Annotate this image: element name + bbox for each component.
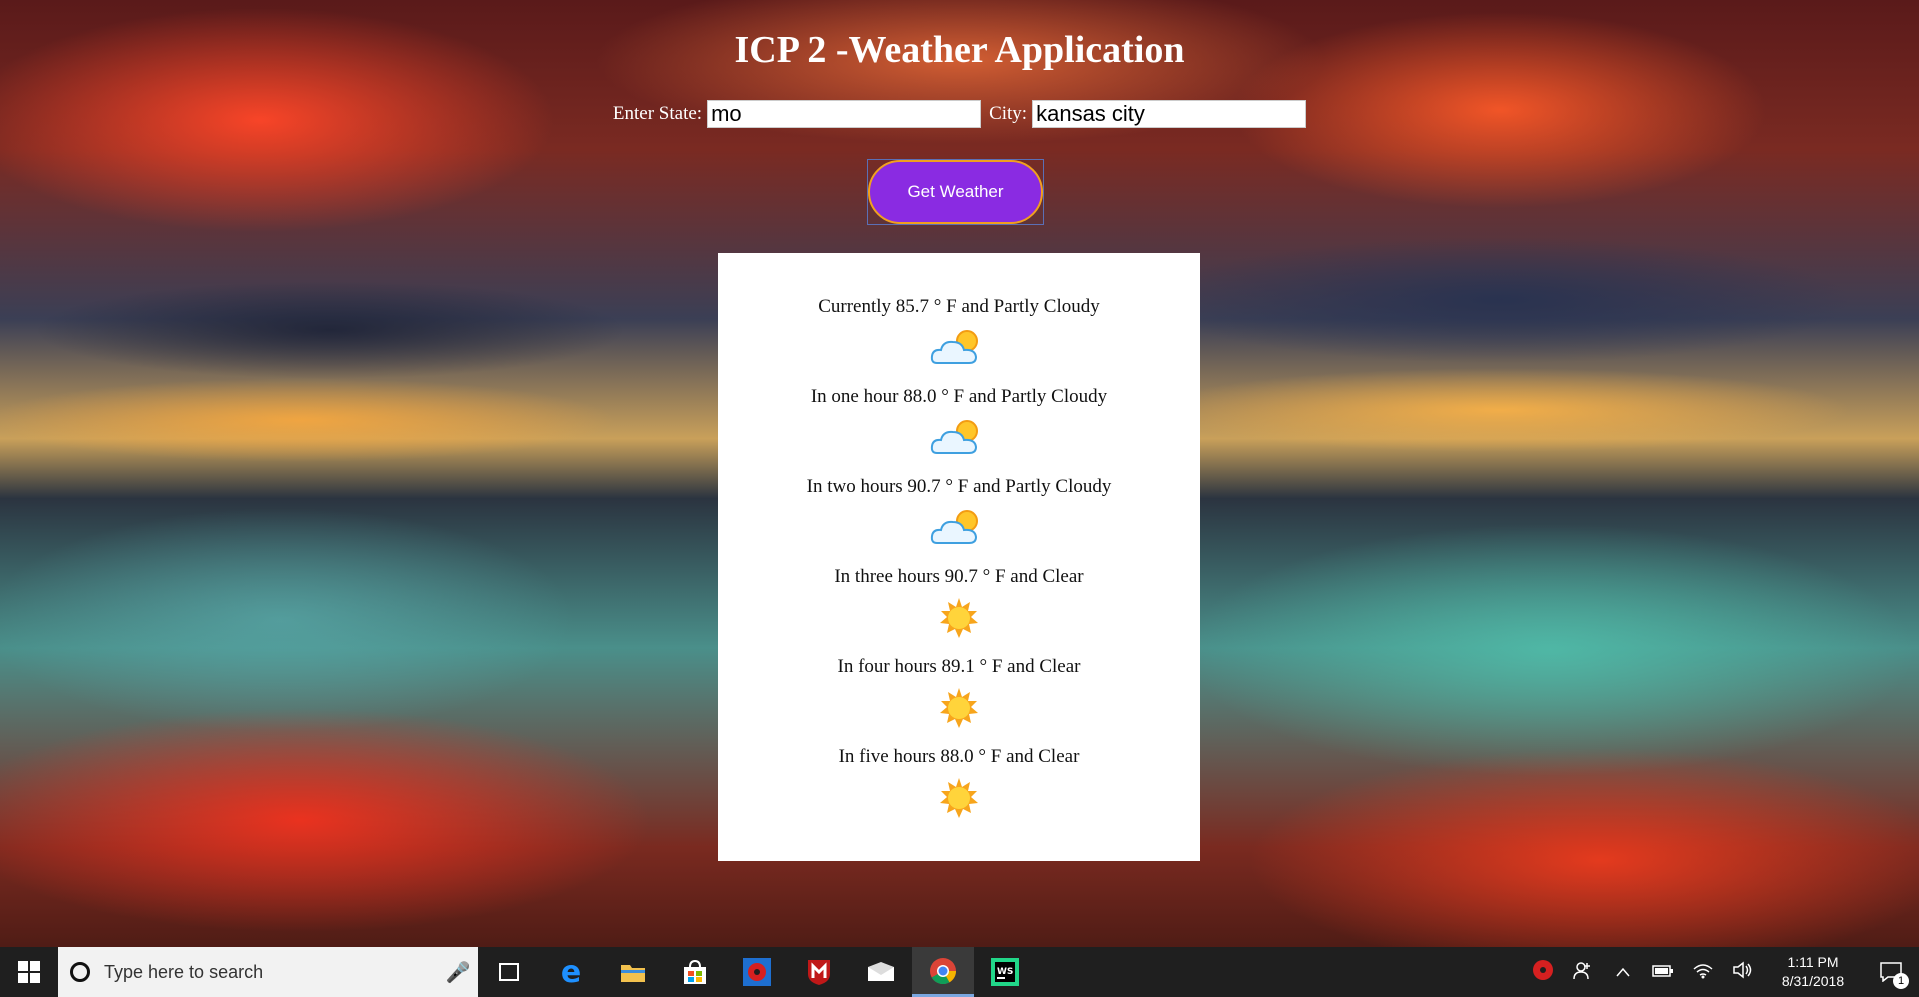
forecast-text: In four hours 89.1 ° F and Clear xyxy=(837,656,1081,677)
forecast-item: Currently 85.7 ° F and Partly Cloudy xyxy=(718,295,1200,385)
volume-icon[interactable] xyxy=(1723,960,1763,984)
partly-cloudy-icon xyxy=(930,330,978,364)
windows-icon xyxy=(18,961,40,983)
forecast-text: In five hours 88.0 ° F and Clear xyxy=(838,746,1080,767)
chrome-icon[interactable] xyxy=(912,947,974,997)
forecast-text: Currently 85.7 ° F and Partly Cloudy xyxy=(818,296,1100,317)
page-title: ICP 2 -Weather Application xyxy=(734,29,1185,71)
svg-text:WS: WS xyxy=(997,967,1013,977)
sun-icon xyxy=(940,778,978,818)
forecast-text: In one hour 88.0 ° F and Partly Cloudy xyxy=(810,386,1108,407)
city-input[interactable] xyxy=(1032,100,1307,128)
people-icon[interactable] xyxy=(1563,959,1603,986)
mail-icon[interactable] xyxy=(850,947,912,997)
chevron-up-icon[interactable] xyxy=(1603,962,1643,983)
state-label: Enter State: xyxy=(612,103,703,124)
battery-icon[interactable] xyxy=(1643,962,1683,983)
webstorm-icon[interactable]: WS xyxy=(974,947,1036,997)
forecast-item: In one hour 88.0 ° F and Partly Cloudy xyxy=(718,385,1200,475)
partly-cloudy-icon xyxy=(930,420,978,454)
system-tray: 1:11 PM 8/31/2018 1 xyxy=(1523,947,1919,997)
city-label: City: xyxy=(989,103,1028,124)
app-tray-icon[interactable] xyxy=(1523,959,1563,986)
search-placeholder: Type here to search xyxy=(104,961,264,982)
forecast-item: In four hours 89.1 ° F and Clear xyxy=(718,655,1200,745)
app-red-icon[interactable] xyxy=(726,947,788,997)
forecast-text: In three hours 90.7 ° F and Clear xyxy=(834,566,1084,587)
get-weather-button[interactable]: Get Weather xyxy=(868,160,1043,224)
clock-time: 1:11 PM xyxy=(1787,954,1839,970)
get-weather-button-wrapper: Get Weather xyxy=(867,159,1044,225)
forecast-text: In two hours 90.7 ° F and Partly Cloudy xyxy=(806,476,1112,497)
action-center-button[interactable]: 1 xyxy=(1863,947,1919,997)
taskbar-search[interactable]: Type here to search 🎤 xyxy=(58,947,478,997)
forecast-item: In two hours 90.7 ° F and Partly Cloudy xyxy=(718,475,1200,565)
file-explorer-icon[interactable] xyxy=(602,947,664,997)
start-button[interactable] xyxy=(0,947,58,997)
forecast-item: In three hours 90.7 ° F and Clear xyxy=(718,565,1200,655)
notification-badge: 1 xyxy=(1893,973,1909,989)
search-form: Enter State: City: xyxy=(0,100,1919,128)
cortana-icon xyxy=(70,962,90,982)
sun-icon xyxy=(940,688,978,728)
task-view-icon[interactable] xyxy=(478,947,540,997)
microphone-icon[interactable]: 🎤 xyxy=(438,960,478,985)
wifi-icon[interactable] xyxy=(1683,961,1723,984)
partly-cloudy-icon xyxy=(930,510,978,544)
edge-icon[interactable]: e xyxy=(540,947,602,997)
taskbar: Type here to search 🎤 e WS 1:11 PM 8/31/… xyxy=(0,947,1919,997)
mcafee-icon[interactable] xyxy=(788,947,850,997)
taskbar-clock[interactable]: 1:11 PM 8/31/2018 xyxy=(1763,953,1863,991)
forecast-item: In five hours 88.0 ° F and Clear xyxy=(718,745,1200,835)
clock-date: 8/31/2018 xyxy=(1781,973,1845,989)
state-input[interactable] xyxy=(707,100,982,128)
store-icon[interactable] xyxy=(664,947,726,997)
sun-icon xyxy=(940,598,978,638)
forecast-panel: Currently 85.7 ° F and Partly Cloudy In … xyxy=(718,253,1200,861)
